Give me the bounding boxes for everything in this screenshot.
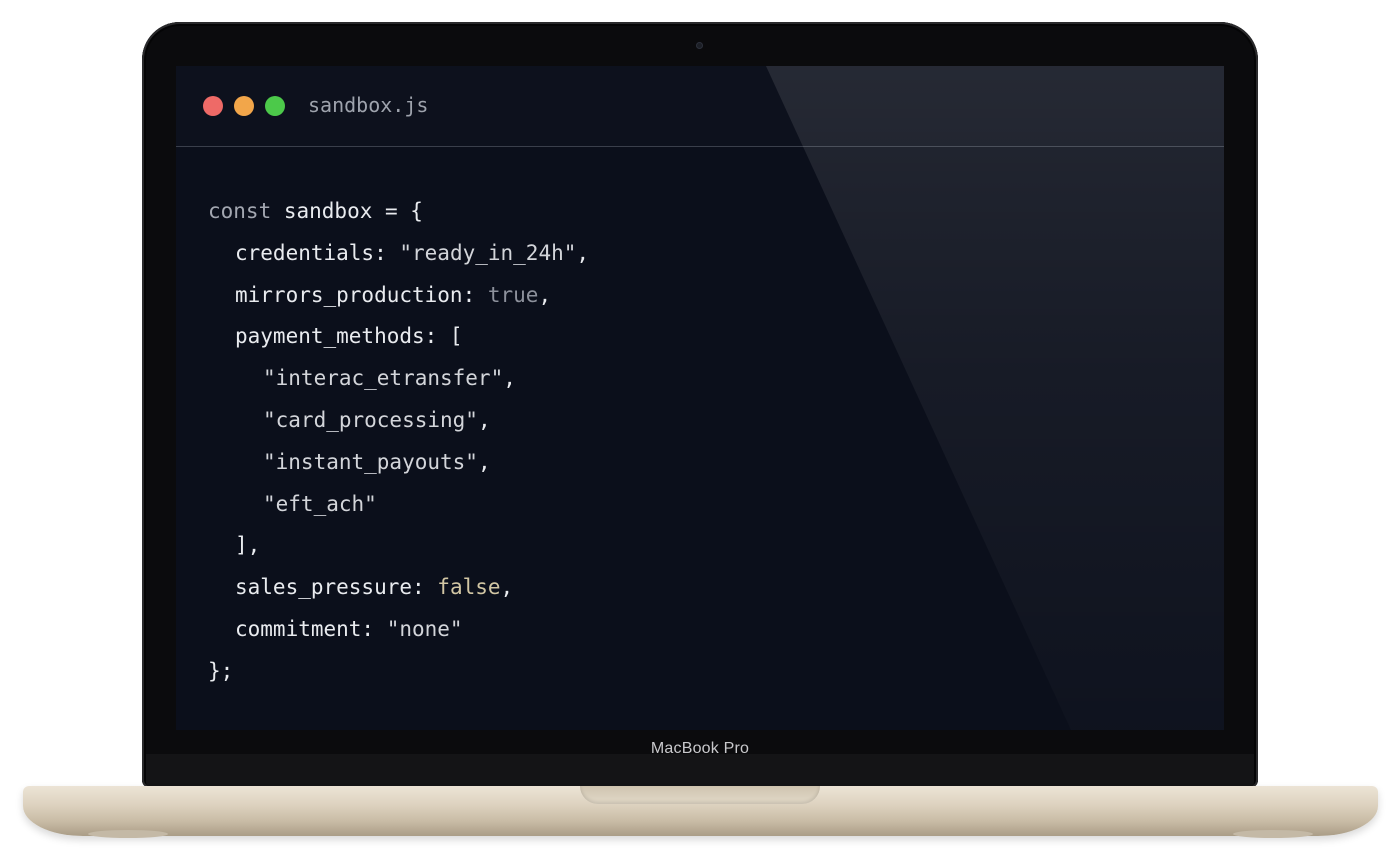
code-punct: , [500, 575, 514, 600]
code-line: "card_processing", [208, 400, 589, 442]
code-key: sales_pressure: [235, 575, 438, 600]
close-window-button[interactable] [203, 96, 223, 116]
code-line: credentials: "ready_in_24h", [208, 233, 589, 275]
code-line: sales_pressure: false, [208, 567, 589, 609]
code-punct: , [477, 449, 491, 474]
code-line: ], [208, 525, 589, 567]
code-line: "instant_payouts", [208, 442, 589, 484]
code-string: "card_processing" [263, 407, 478, 432]
code-line: payment_methods: [ [208, 316, 589, 358]
code-text: sandbox = { [271, 199, 423, 223]
code-line: "eft_ach" [208, 484, 589, 526]
code-key: commitment: [235, 616, 387, 641]
code-line: "interac_etransfer", [208, 358, 589, 400]
code-editor[interactable]: const sandbox = { credentials: "ready_in… [208, 191, 589, 693]
minimize-window-button[interactable] [234, 96, 254, 116]
code-string: "interac_etransfer" [263, 366, 504, 391]
code-line: mirrors_production: true, [208, 275, 589, 317]
code-punct: , [538, 282, 552, 307]
code-string: "none" [386, 616, 463, 641]
code-string: "ready_in_24h" [399, 240, 577, 265]
code-text: }; [208, 658, 234, 683]
screen: sandbox.js const sandbox = { credentials… [176, 66, 1224, 730]
laptop-foot [88, 830, 168, 838]
laptop-base [23, 786, 1378, 838]
code-keyword: const [208, 199, 272, 223]
laptop-lid: sandbox.js const sandbox = { credentials… [142, 22, 1258, 788]
file-name: sandbox.js [308, 93, 429, 117]
laptop-foot [1233, 830, 1313, 838]
lid-opening-notch [580, 786, 820, 804]
code-punct: , [477, 407, 491, 432]
code-line: const sandbox = { [208, 191, 589, 233]
code-key: payment_methods: [ [235, 324, 463, 349]
code-key: mirrors_production: [235, 282, 488, 307]
camera-icon [696, 42, 703, 49]
code-boolean: false [437, 575, 501, 600]
code-punct: , [576, 240, 590, 265]
maximize-window-button[interactable] [265, 96, 285, 116]
code-line: }; [208, 651, 589, 693]
code-punct: , [503, 366, 516, 391]
code-line: commitment: "none" [208, 609, 589, 651]
code-text: ], [235, 533, 261, 558]
code-string: "eft_ach" [263, 491, 377, 516]
editor-titlebar: sandbox.js [176, 66, 1224, 147]
code-string: "instant_payouts" [263, 449, 478, 474]
device-label: MacBook Pro [650, 740, 750, 757]
code-key: credentials: [235, 240, 400, 265]
screen-chin [146, 754, 1254, 788]
code-boolean: true [487, 282, 539, 307]
